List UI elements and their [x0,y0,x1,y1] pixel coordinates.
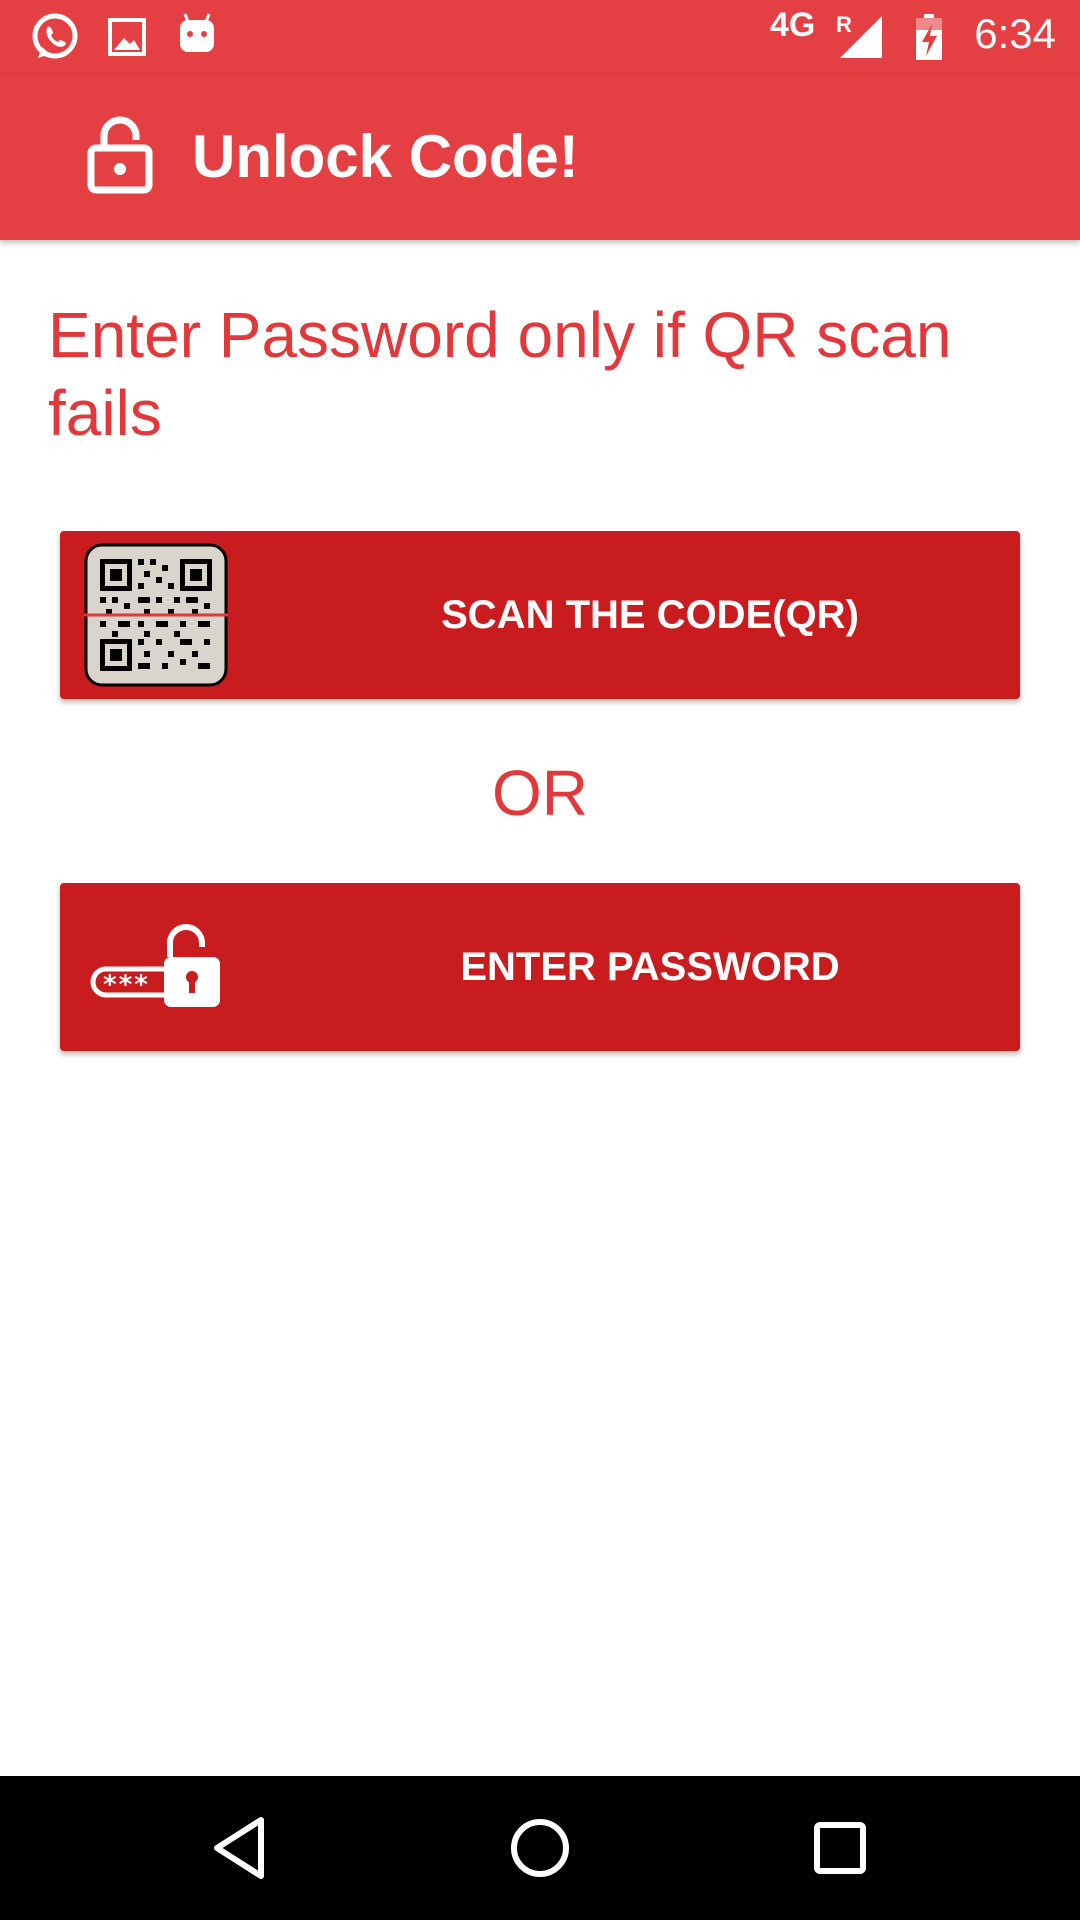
app-bar: Unlock Code! [0,74,1080,240]
navigation-bar [0,1776,1080,1920]
network-type: 4G [770,6,816,44]
image-icon [108,18,146,56]
svg-text:***: *** [102,970,149,1000]
battery-charging-icon [916,14,942,60]
or-divider-text: OR [492,757,588,829]
enter-password-button[interactable]: *** ENTER PASSWORD [60,883,1020,1051]
back-icon[interactable] [191,1798,291,1898]
home-icon[interactable] [490,1798,590,1898]
scan-button-label: SCAN THE CODE(QR) [441,592,859,637]
status-bar: 4G R 6:34 [0,0,1080,74]
recents-icon[interactable] [790,1798,890,1898]
clock: 6:34 [974,10,1056,57]
instruction-text: Enter Password only if QR scan fails [48,299,952,449]
lock-open-icon [87,116,153,194]
password-lock-icon: *** [90,924,220,1007]
app-title: Unlock Code! [192,123,579,190]
whatsapp-icon [32,13,78,59]
signal-icon [840,16,882,58]
password-button-label: ENTER PASSWORD [460,944,840,989]
qr-code-icon [84,543,228,687]
scan-qr-button[interactable]: SCAN THE CODE(QR) [60,531,1020,699]
android-icon [180,13,214,52]
